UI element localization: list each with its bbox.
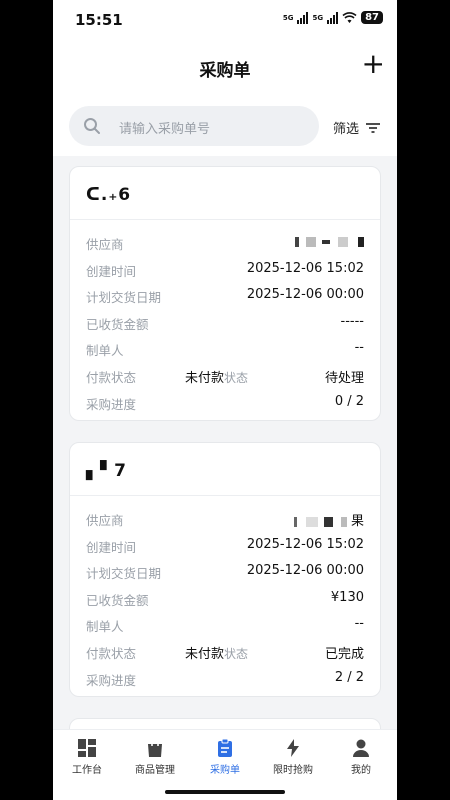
search-input[interactable]: 请输入采购单号 — [69, 106, 319, 146]
battery-indicator: 87 — [361, 11, 383, 24]
created-value: 2025-12-06 15:02 — [246, 536, 364, 552]
received-label: 已收货金额 — [86, 316, 149, 332]
payment-status: 未付款状态 — [185, 367, 248, 386]
received-row: 已收货金额 ¥130 — [86, 586, 364, 613]
order-number: ᑕ.₊6 — [86, 185, 132, 205]
supplier-value-redacted — [295, 234, 364, 249]
tab-dashboard[interactable]: 工作台 — [53, 738, 121, 776]
add-button[interactable]: + — [362, 50, 385, 78]
created-row: 创建时间 2025-12-06 15:02 — [86, 533, 364, 560]
progress-value: 0 / 2 — [334, 393, 364, 409]
order-card-header: ᑕ.₊6 — [70, 167, 380, 220]
delivery-value: 2025-12-06 00:00 — [246, 563, 364, 579]
supplier-row: 供应商 — [86, 230, 364, 257]
search-placeholder: 请输入采购单号 — [119, 122, 211, 137]
supplier-value-redacted: 果 — [294, 510, 364, 529]
order-card[interactable]: ᑕ.₊6 供应商 创建时间 2025-12-06 15:02 计划交货日期 20… — [69, 166, 381, 422]
tab-products[interactable]: 商品管理 — [121, 738, 189, 776]
order-card[interactable]: ▖▘7 供应商 果 创建时间 2025-12-06 15:02 计划交货日期 2… — [69, 442, 381, 698]
progress-value: 2 / 2 — [334, 669, 364, 685]
delivery-label: 计划交货日期 — [86, 290, 162, 306]
maker-value: -- — [354, 340, 364, 356]
status-icons: 5G 5G 87 — [283, 11, 383, 24]
delivery-row: 计划交货日期 2025-12-06 00:00 — [86, 559, 364, 586]
received-label: 已收货金额 — [86, 592, 149, 608]
supplier-row: 供应商 果 — [86, 506, 364, 533]
created-label: 创建时间 — [86, 263, 137, 279]
status-time: 15:51 — [75, 11, 123, 29]
header: 采购单 + — [53, 38, 397, 98]
person-icon — [353, 739, 369, 757]
filter-button[interactable]: 筛选 — [333, 118, 381, 137]
progress-row: 采购进度 0 / 2 — [86, 390, 364, 417]
status-suffix: 状态 — [224, 370, 249, 385]
lightning-icon — [287, 739, 299, 757]
created-label: 创建时间 — [86, 539, 137, 555]
payment-status: 未付款状态 — [185, 643, 248, 662]
received-row: 已收货金额 ----- — [86, 310, 364, 337]
app-screen: 15:51 5G 5G 87 采购单 + 请输入采购单号 筛选 ᑕ.₊6 供应商… — [53, 0, 397, 800]
tab-purchase-orders[interactable]: 采购单 — [191, 738, 259, 776]
tab-profile[interactable]: 我的 — [327, 738, 395, 776]
tab-label: 工作台 — [72, 765, 102, 776]
order-state: 待处理 — [324, 370, 364, 386]
tab-label: 限时抢购 — [273, 765, 313, 776]
supplier-label: 供应商 — [86, 513, 124, 528]
maker-label: 制单人 — [86, 619, 124, 635]
bottom-tab-bar: 工作台 商品管理 采购单 限时抢购 我的 — [53, 729, 397, 800]
payment-row: 付款状态 未付款状态 待处理 — [86, 363, 364, 390]
created-value: 2025-12-06 15:02 — [246, 260, 364, 276]
network-label-1: 5G — [282, 13, 294, 22]
payment-row: 付款状态 未付款状态 已完成 — [86, 639, 364, 666]
progress-label: 采购进度 — [86, 672, 137, 688]
status-bar: 15:51 5G 5G 87 — [53, 0, 397, 38]
order-state: 已完成 — [324, 646, 364, 662]
signal-icon — [327, 11, 339, 24]
delivery-value: 2025-12-06 00:00 — [246, 287, 364, 303]
order-number: ▖▘7 — [86, 461, 127, 481]
progress-row: 采购进度 2 / 2 — [86, 666, 364, 693]
shopping-bag-icon — [148, 738, 162, 757]
signal-icon — [297, 11, 309, 24]
supplier-tail: 果 — [350, 514, 364, 529]
network-label-2: 5G — [312, 13, 324, 22]
created-row: 创建时间 2025-12-06 15:02 — [86, 257, 364, 284]
tab-label: 采购单 — [210, 765, 240, 776]
supplier-label: 供应商 — [86, 237, 124, 252]
clipboard-icon — [218, 738, 232, 757]
search-bar: 请输入采购单号 筛选 — [53, 98, 397, 156]
order-card-header: ▖▘7 — [70, 443, 380, 496]
payment-label: 付款状态 — [86, 369, 137, 385]
filter-label: 筛选 — [332, 122, 359, 137]
delivery-label: 计划交货日期 — [86, 566, 162, 582]
home-indicator — [165, 790, 285, 794]
wifi-icon — [342, 11, 357, 23]
maker-row: 制单人 -- — [86, 336, 364, 363]
received-value: ----- — [340, 313, 364, 329]
maker-value: -- — [354, 616, 364, 632]
tab-flash-sale[interactable]: 限时抢购 — [259, 738, 327, 776]
search-icon — [84, 118, 100, 134]
payment-value: 未付款 — [185, 646, 225, 662]
dashboard-icon — [78, 739, 96, 757]
tab-label: 我的 — [351, 765, 371, 776]
maker-row: 制单人 -- — [86, 612, 364, 639]
status-suffix: 状态 — [224, 646, 249, 661]
tab-label: 商品管理 — [135, 765, 175, 776]
delivery-row: 计划交货日期 2025-12-06 00:00 — [86, 283, 364, 310]
payment-value: 未付款 — [185, 370, 225, 386]
received-value: ¥130 — [330, 589, 364, 605]
filter-icon — [366, 122, 380, 133]
maker-label: 制单人 — [86, 343, 124, 359]
page-title: 采购单 — [199, 61, 251, 81]
payment-label: 付款状态 — [86, 645, 137, 661]
progress-label: 采购进度 — [86, 396, 137, 412]
